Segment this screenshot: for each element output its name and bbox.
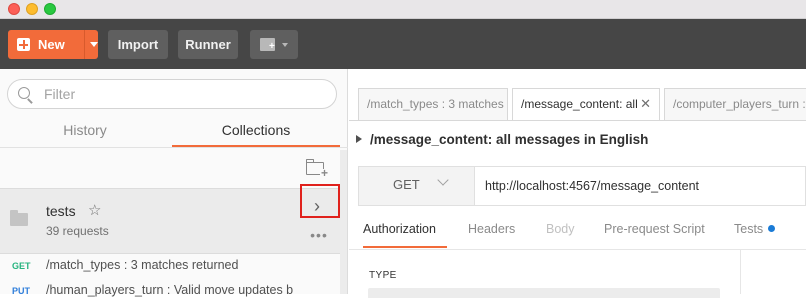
request-tab-label: /match_types : 3 matches re [367,97,508,111]
tab-authorization[interactable]: Authorization [363,222,447,248]
method-value: GET [393,177,420,192]
list-item[interactable]: GET /match_types : 3 matches returned [0,256,340,280]
chevron-down-icon [282,43,288,47]
url-input[interactable] [485,177,795,195]
list-item[interactable]: PUT /human_players_turn : Valid move upd… [0,281,340,305]
new-collection-icon[interactable]: + [306,159,329,179]
app-toolbar: New Import Runner [0,19,806,69]
collection-request-count: 39 requests [46,224,109,238]
filter-input[interactable] [44,85,324,103]
request-name: /human_players_turn : Valid move updates… [46,283,294,297]
runner-button[interactable]: Runner [178,30,238,59]
zoom-window-button[interactable] [44,3,56,15]
dropdown-caret-icon[interactable] [90,42,98,47]
tab-history[interactable]: History [0,117,170,147]
search-icon [18,87,30,99]
tab-headers[interactable]: Headers [468,222,515,248]
auth-type-label: TYPE [369,270,397,281]
request-title-text: /message_content: all messages in Englis… [370,132,649,147]
url-field[interactable] [475,166,806,206]
request-tab-label: /computer_players_turn : [673,97,806,111]
chevron-down-icon [437,174,449,186]
tab-tests-label: Tests [734,222,764,236]
new-window-icon [260,38,275,52]
tests-indicator-dot [768,225,776,232]
folder-icon [10,210,28,226]
request-tab-active[interactable]: /message_content: all ✕ [512,88,660,120]
tab-pre-request-script[interactable]: Pre-request Script [604,222,705,248]
method-badge: PUT [12,286,30,296]
request-title[interactable]: /message_content: all messages in Englis… [356,132,648,147]
new-button-divider [84,30,85,59]
new-button[interactable]: New [8,30,98,59]
request-tab[interactable]: /computer_players_turn : [664,88,806,120]
method-select[interactable]: GET [358,166,475,206]
method-badge: GET [12,261,31,271]
highlight-annotation-box [300,184,340,218]
new-button-label: New [38,37,65,52]
sidebar: History Collections + tests ☆ 39 request… [0,69,348,297]
sidebar-scrollbar[interactable] [340,150,347,294]
new-window-button[interactable] [250,30,298,59]
request-tab-label: /message_content: all [521,97,638,111]
request-tab[interactable]: /match_types : 3 matches re [358,88,508,120]
tab-body[interactable]: Body [546,222,575,248]
minimize-window-button[interactable] [26,3,38,15]
request-editor: /match_types : 3 matches re /message_con… [349,69,806,298]
request-tabs-divider [349,120,806,121]
star-icon[interactable]: ☆ [88,201,101,219]
collection-name: tests [46,203,76,219]
tab-collections[interactable]: Collections [172,117,340,147]
tabs-divider [0,147,348,148]
window-titlebar [0,0,806,19]
caret-right-icon [356,135,362,143]
more-options-icon[interactable]: ••• [306,227,332,247]
panel-divider [740,250,741,294]
tab-tests[interactable]: Tests [734,222,776,248]
auth-type-select[interactable] [368,288,720,298]
close-icon[interactable]: ✕ [640,89,651,119]
request-name: /match_types : 3 matches returned [46,258,239,272]
close-window-button[interactable] [8,3,20,15]
subtabs-divider [349,249,806,250]
filter-field[interactable] [7,79,337,109]
plus-icon [17,38,30,51]
import-button[interactable]: Import [108,30,168,59]
collection-item[interactable]: tests ☆ 39 requests › ••• [0,188,340,254]
